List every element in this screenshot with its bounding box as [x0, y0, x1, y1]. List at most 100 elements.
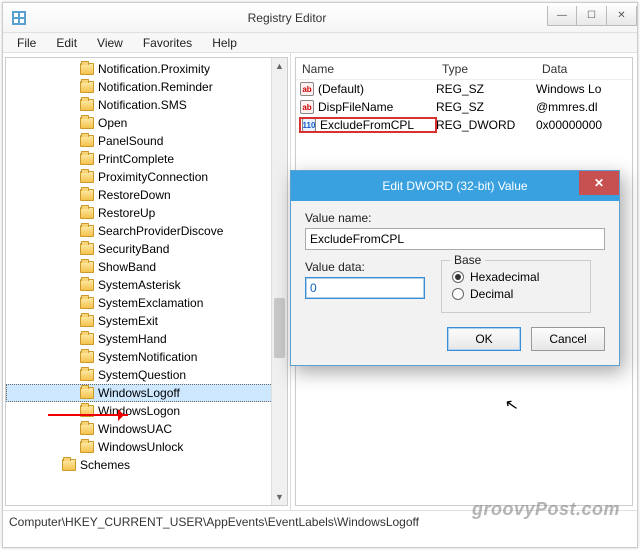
- folder-icon: [80, 387, 94, 399]
- folder-icon: [80, 171, 94, 183]
- tree-item-notification-sms[interactable]: Notification.SMS: [6, 96, 287, 114]
- tree-item-showband[interactable]: ShowBand: [6, 258, 287, 276]
- value-row[interactable]: ab(Default)REG_SZWindows Lo: [296, 80, 632, 98]
- menu-help[interactable]: Help: [202, 34, 247, 52]
- folder-icon: [62, 459, 76, 471]
- tree-item-label: ShowBand: [98, 260, 156, 274]
- menu-file[interactable]: File: [7, 34, 46, 52]
- value-type: REG_SZ: [436, 100, 536, 114]
- col-name[interactable]: Name: [296, 62, 436, 76]
- folder-icon: [80, 279, 94, 291]
- folder-icon: [80, 207, 94, 219]
- tree-item-proximityconnection[interactable]: ProximityConnection: [6, 168, 287, 186]
- tree-item-label: RestoreUp: [98, 206, 155, 220]
- base-groupbox: Base Hexadecimal Decimal: [441, 260, 591, 313]
- folder-icon: [80, 117, 94, 129]
- tree-item-systemasterisk[interactable]: SystemAsterisk: [6, 276, 287, 294]
- tree-item-windowsunlock[interactable]: WindowsUnlock: [6, 438, 287, 456]
- folder-icon: [80, 189, 94, 201]
- value-name: (Default): [318, 82, 364, 96]
- annotation-arrow: [48, 414, 128, 416]
- close-button[interactable]: ✕: [607, 6, 637, 26]
- tree-item-systemhand[interactable]: SystemHand: [6, 330, 287, 348]
- folder-icon: [80, 441, 94, 453]
- tree-item-restoreup[interactable]: RestoreUp: [6, 204, 287, 222]
- tree-item-systemexclamation[interactable]: SystemExclamation: [6, 294, 287, 312]
- tree-item-label: SystemQuestion: [98, 368, 186, 382]
- tree-item-panelsound[interactable]: PanelSound: [6, 132, 287, 150]
- tree-item-label: PanelSound: [98, 134, 163, 148]
- value-row[interactable]: abDispFileNameREG_SZ@mmres.dl: [296, 98, 632, 116]
- menubar: File Edit View Favorites Help: [3, 33, 637, 53]
- tree-item-label: WindowsLogoff: [98, 386, 180, 400]
- string-value-icon: ab: [300, 100, 314, 114]
- tree-item-label: WindowsUAC: [98, 422, 172, 436]
- radio-hex-label: Hexadecimal: [470, 270, 539, 284]
- dialog-title-text: Edit DWORD (32-bit) Value: [382, 179, 527, 193]
- tree-item-label: Open: [98, 116, 127, 130]
- tree-pane: Notification.ProximityNotification.Remin…: [3, 53, 291, 510]
- dialog-title: Edit DWORD (32-bit) Value ✕: [291, 171, 619, 201]
- window-title: Registry Editor: [27, 11, 547, 25]
- tree-item-label: SearchProviderDiscove: [98, 224, 223, 238]
- col-type[interactable]: Type: [436, 62, 536, 76]
- tree-item-systemnotification[interactable]: SystemNotification: [6, 348, 287, 366]
- menu-edit[interactable]: Edit: [46, 34, 87, 52]
- folder-icon: [80, 153, 94, 165]
- folder-icon: [80, 315, 94, 327]
- string-value-icon: ab: [300, 82, 314, 96]
- menu-favorites[interactable]: Favorites: [133, 34, 202, 52]
- col-data[interactable]: Data: [536, 62, 632, 76]
- folder-icon: [80, 63, 94, 75]
- value-data-input[interactable]: [305, 277, 425, 299]
- menu-view[interactable]: View: [87, 34, 133, 52]
- tree-item-schemes[interactable]: Schemes: [6, 456, 287, 474]
- detail-header: Name Type Data: [296, 58, 632, 80]
- cancel-button[interactable]: Cancel: [531, 327, 605, 351]
- scroll-up-icon[interactable]: ▲: [272, 58, 287, 74]
- radio-hex-input[interactable]: [452, 271, 464, 283]
- tree-item-systemquestion[interactable]: SystemQuestion: [6, 366, 287, 384]
- radio-dec-input[interactable]: [452, 288, 464, 300]
- tree-item-label: SystemAsterisk: [98, 278, 181, 292]
- regedit-icon: [11, 10, 27, 26]
- folder-icon: [80, 81, 94, 93]
- maximize-button[interactable]: ☐: [577, 6, 607, 26]
- tree-item-label: SystemExit: [98, 314, 158, 328]
- folder-icon: [80, 333, 94, 345]
- tree-item-open[interactable]: Open: [6, 114, 287, 132]
- scroll-thumb[interactable]: [274, 298, 285, 358]
- scroll-down-icon[interactable]: ▼: [272, 489, 287, 505]
- tree-item-printcomplete[interactable]: PrintComplete: [6, 150, 287, 168]
- radio-dec[interactable]: Decimal: [452, 287, 580, 301]
- value-data: 0x00000000: [536, 118, 632, 132]
- ok-button[interactable]: OK: [447, 327, 521, 351]
- tree-item-notification-reminder[interactable]: Notification.Reminder: [6, 78, 287, 96]
- tree-item-windowslogon[interactable]: WindowsLogon: [6, 402, 287, 420]
- folder-icon: [80, 261, 94, 273]
- value-name-input[interactable]: [305, 228, 605, 250]
- tree-item-restoredown[interactable]: RestoreDown: [6, 186, 287, 204]
- folder-icon: [80, 243, 94, 255]
- folder-icon: [80, 423, 94, 435]
- tree-item-label: SystemExclamation: [98, 296, 203, 310]
- folder-icon: [80, 135, 94, 147]
- tree-item-windowsuac[interactable]: WindowsUAC: [6, 420, 287, 438]
- tree-item-label: RestoreDown: [98, 188, 171, 202]
- tree-item-windowslogoff[interactable]: WindowsLogoff: [6, 384, 287, 402]
- dialog-close-button[interactable]: ✕: [579, 171, 619, 195]
- tree-item-notification-proximity[interactable]: Notification.Proximity: [6, 60, 287, 78]
- radio-hex[interactable]: Hexadecimal: [452, 270, 580, 284]
- value-name: ExcludeFromCPL: [320, 118, 414, 132]
- tree-scrollbar[interactable]: ▲ ▼: [271, 58, 287, 505]
- watermark: groovyPost.com: [472, 499, 620, 520]
- value-name-label: Value name:: [305, 211, 605, 225]
- tree-item-label: SystemNotification: [98, 350, 197, 364]
- minimize-button[interactable]: —: [547, 6, 577, 26]
- tree-item-searchproviderdiscove[interactable]: SearchProviderDiscove: [6, 222, 287, 240]
- value-data: Windows Lo: [536, 82, 632, 96]
- tree-item-label: WindowsUnlock: [98, 440, 183, 454]
- tree-item-securityband[interactable]: SecurityBand: [6, 240, 287, 258]
- value-row[interactable]: 110ExcludeFromCPLREG_DWORD0x00000000: [296, 116, 632, 134]
- tree-item-systemexit[interactable]: SystemExit: [6, 312, 287, 330]
